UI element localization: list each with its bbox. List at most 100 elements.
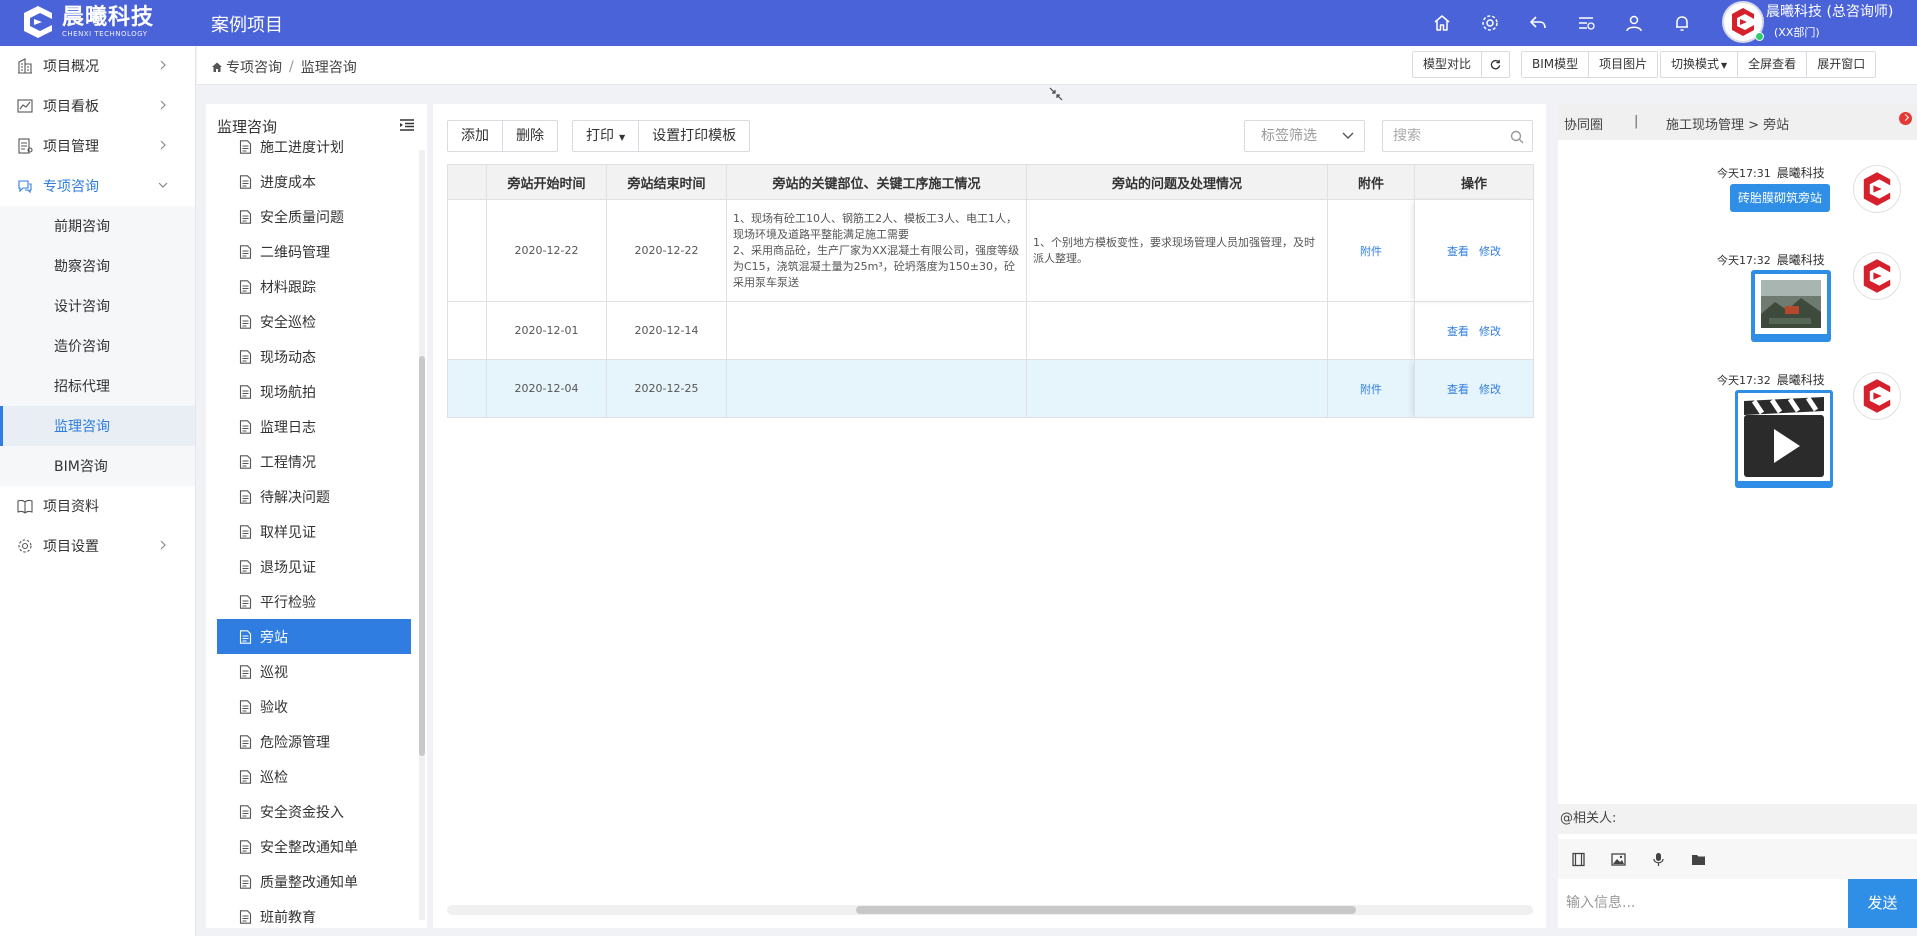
back-icon[interactable] bbox=[1514, 8, 1562, 38]
view-link[interactable]: 查看 bbox=[1447, 325, 1469, 338]
sidebar-item-consulting[interactable]: 专项咨询 bbox=[0, 166, 195, 206]
home-icon[interactable] bbox=[1418, 8, 1466, 38]
gear-icon[interactable] bbox=[1466, 8, 1514, 38]
attachment-link[interactable]: 附件 bbox=[1360, 245, 1382, 258]
sidebar-item-documents[interactable]: 项目资料 bbox=[0, 486, 195, 526]
tree-item[interactable]: 验收 bbox=[217, 689, 411, 724]
tree-item[interactable]: 危险源管理 bbox=[217, 724, 411, 759]
refresh-button[interactable] bbox=[1482, 52, 1509, 77]
table-row[interactable]: 2020-12-22 2020-12-22 1、现场有砼工10人、钢筋工2人、模… bbox=[447, 199, 1534, 302]
tree-item[interactable]: 安全资金投入 bbox=[217, 794, 411, 829]
column-header-problems[interactable]: 旁站的问题及处理情况 bbox=[1026, 164, 1328, 200]
actions-cell: 查看 修改 bbox=[1414, 199, 1534, 302]
tree-item[interactable]: 巡检 bbox=[217, 759, 411, 794]
tree-item[interactable]: 班前教育 bbox=[217, 899, 411, 928]
tag-filter-select[interactable]: 标签筛选 bbox=[1244, 120, 1365, 152]
tree-item[interactable]: 巡视 bbox=[217, 654, 411, 689]
user-avatar[interactable] bbox=[1722, 1, 1764, 43]
row-select-cell[interactable] bbox=[447, 199, 487, 302]
expand-window-button[interactable]: 展开窗口 bbox=[1807, 52, 1875, 77]
document-icon bbox=[239, 349, 252, 364]
bim-model-button[interactable]: BIM模型 bbox=[1522, 52, 1590, 77]
edit-link[interactable]: 修改 bbox=[1479, 383, 1501, 396]
column-header-start-time[interactable]: 旁站开始时间 bbox=[486, 164, 607, 200]
tree-item-active[interactable]: 旁站 bbox=[217, 619, 411, 654]
message-video-bubble[interactable] bbox=[1735, 390, 1833, 488]
column-header-select[interactable] bbox=[447, 164, 487, 200]
sidebar-subitem[interactable]: BIM咨询 bbox=[0, 446, 195, 486]
print-template-button[interactable]: 设置打印模板 bbox=[639, 121, 749, 151]
user-name[interactable]: 晨曦科技 (总咨询师) bbox=[1766, 1, 1893, 21]
tree-item[interactable]: 工程情况 bbox=[217, 444, 411, 479]
user-icon[interactable] bbox=[1610, 8, 1658, 38]
fullscreen-button[interactable]: 全屏查看 bbox=[1738, 52, 1808, 77]
menu-collapse-icon[interactable] bbox=[399, 118, 415, 132]
tree-item[interactable]: 材料跟踪 bbox=[217, 269, 411, 304]
table-horizontal-scrollbar[interactable] bbox=[447, 905, 1533, 915]
microphone-icon[interactable] bbox=[1638, 844, 1678, 874]
mention-bar[interactable]: @相关人: bbox=[1558, 804, 1917, 834]
tree-item[interactable]: 待解决问题 bbox=[217, 479, 411, 514]
sidebar-subitem[interactable]: 设计咨询 bbox=[0, 286, 195, 326]
tree-item[interactable]: 施工进度计划 bbox=[217, 140, 411, 164]
tree-item[interactable]: 质量整改通知单 bbox=[217, 864, 411, 899]
print-button[interactable]: 打印 ▼ bbox=[573, 121, 640, 151]
column-header-attachment[interactable]: 附件 bbox=[1327, 164, 1415, 200]
tree-item[interactable]: 安全整改通知单 bbox=[217, 829, 411, 864]
tree-item[interactable]: 二维码管理 bbox=[217, 234, 411, 269]
sidebar-item-overview[interactable]: 项目概况 bbox=[0, 46, 195, 86]
tree-item[interactable]: 现场航拍 bbox=[217, 374, 411, 409]
collapse-arrows-icon[interactable] bbox=[1049, 87, 1063, 101]
sidebar-subitem[interactable]: 前期咨询 bbox=[0, 206, 195, 246]
project-images-button[interactable]: 项目图片 bbox=[1589, 52, 1657, 77]
image-icon[interactable] bbox=[1598, 844, 1638, 874]
tree-item[interactable]: 取样见证 bbox=[217, 514, 411, 549]
column-header-situation[interactable]: 旁站的关键部位、关键工序施工情况 bbox=[726, 164, 1027, 200]
send-button[interactable]: 发送 bbox=[1848, 879, 1917, 928]
tree-item[interactable]: 平行检验 bbox=[217, 584, 411, 619]
sidebar-subitem-active[interactable]: 监理咨询 bbox=[0, 406, 195, 446]
switch-mode-button[interactable]: 切换模式 ▼ bbox=[1661, 52, 1739, 77]
tree-item[interactable]: 退场见证 bbox=[217, 549, 411, 584]
tree-item[interactable]: 现场动态 bbox=[217, 339, 411, 374]
edit-link[interactable]: 修改 bbox=[1479, 325, 1501, 338]
sidebar-item-dashboard[interactable]: 项目看板 bbox=[0, 86, 195, 126]
row-select-cell[interactable] bbox=[447, 359, 487, 418]
add-button[interactable]: 添加 bbox=[448, 121, 503, 151]
print-label: 打印 bbox=[586, 128, 614, 144]
chat-tab[interactable]: 协同圈 bbox=[1564, 114, 1603, 133]
message-input[interactable]: 输入信息... bbox=[1558, 879, 1848, 928]
view-link[interactable]: 查看 bbox=[1447, 383, 1469, 396]
edit-link[interactable]: 修改 bbox=[1479, 245, 1501, 258]
search-input[interactable]: 搜索 bbox=[1382, 120, 1533, 152]
tree-scrollbar[interactable] bbox=[419, 150, 425, 920]
folder-icon[interactable] bbox=[1678, 844, 1718, 874]
tree-item-label: 取样见证 bbox=[260, 524, 316, 541]
sidebar-subitem[interactable]: 招标代理 bbox=[0, 366, 195, 406]
breadcrumb-home[interactable]: 专项咨询 bbox=[226, 57, 282, 77]
view-link[interactable]: 查看 bbox=[1447, 245, 1469, 258]
list-icon[interactable] bbox=[1562, 8, 1610, 38]
close-icon[interactable] bbox=[1899, 112, 1912, 125]
tree-item[interactable]: 安全巡检 bbox=[217, 304, 411, 339]
message-text-bubble[interactable]: 砖胎膜砌筑旁站 bbox=[1730, 184, 1831, 212]
message-image-bubble[interactable] bbox=[1751, 270, 1831, 342]
sidebar-subitem[interactable]: 勘察咨询 bbox=[0, 246, 195, 286]
attachment-link[interactable]: 附件 bbox=[1360, 383, 1382, 396]
model-compare-button[interactable]: 模型对比 bbox=[1413, 52, 1483, 77]
tree-item[interactable]: 监理日志 bbox=[217, 409, 411, 444]
film-icon[interactable] bbox=[1558, 844, 1598, 874]
table-scrollbar-thumb[interactable] bbox=[856, 906, 1356, 914]
tree-item[interactable]: 安全质量问题 bbox=[217, 199, 411, 234]
tree-scrollbar-thumb[interactable] bbox=[419, 356, 425, 756]
table-row[interactable]: 2020-12-01 2020-12-14 查看 修改 bbox=[447, 301, 1534, 360]
sidebar-subitem[interactable]: 造价咨询 bbox=[0, 326, 195, 366]
row-select-cell[interactable] bbox=[447, 301, 487, 360]
sidebar-item-management[interactable]: 项目管理 bbox=[0, 126, 195, 166]
sidebar-item-settings[interactable]: 项目设置 bbox=[0, 526, 195, 566]
table-row-highlighted[interactable]: 2020-12-04 2020-12-25 附件 查看 修改 bbox=[447, 359, 1534, 418]
delete-button[interactable]: 删除 bbox=[503, 121, 557, 151]
tree-item[interactable]: 进度成本 bbox=[217, 164, 411, 199]
column-header-end-time[interactable]: 旁站结束时间 bbox=[606, 164, 727, 200]
bell-icon[interactable] bbox=[1658, 8, 1706, 38]
